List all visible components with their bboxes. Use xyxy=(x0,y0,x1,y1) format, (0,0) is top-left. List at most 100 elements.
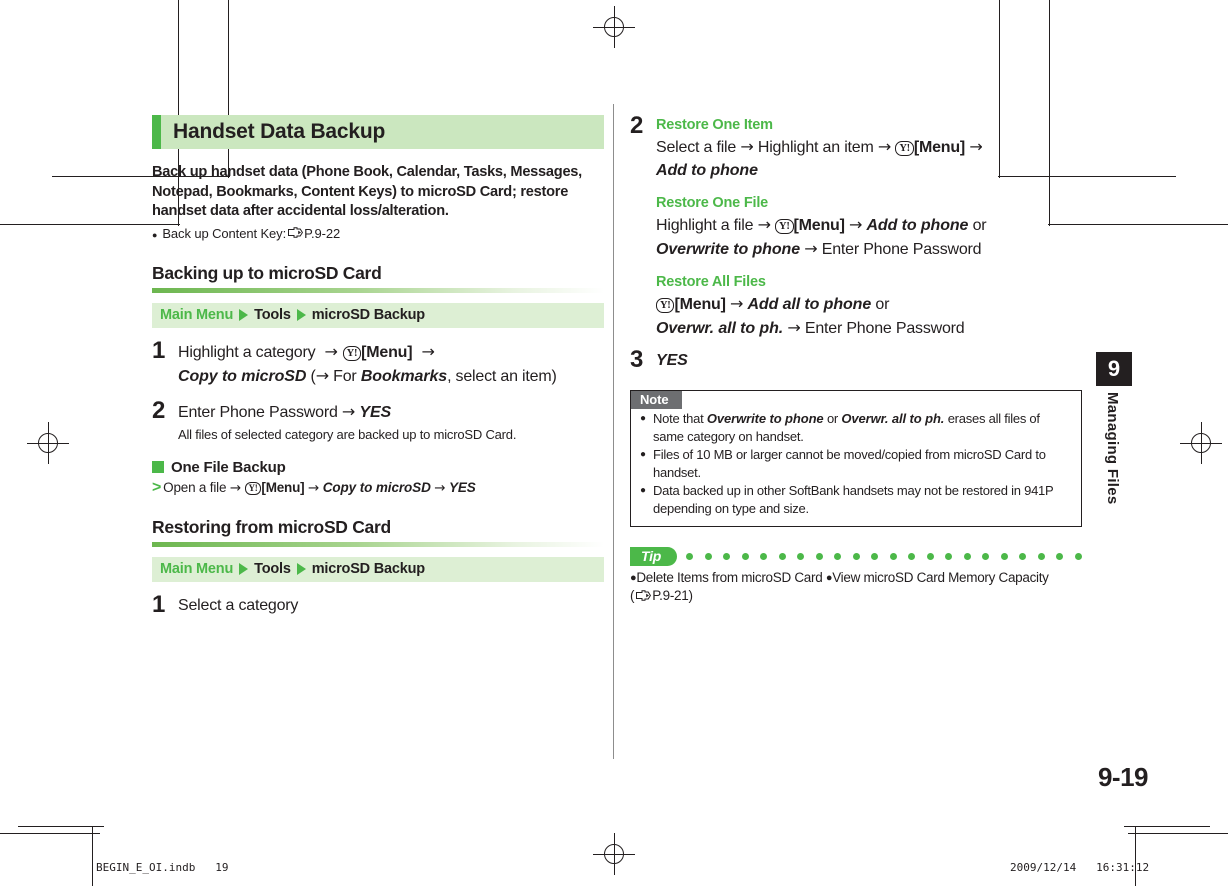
step-text: Select a file xyxy=(656,139,737,156)
arrow-icon: → xyxy=(416,341,435,361)
tip-dot-icon xyxy=(945,553,953,560)
step-restoring-1: 1 Select a category xyxy=(152,590,604,618)
tip-text: ●Delete Items from microSD Card ●View mi… xyxy=(630,569,1082,605)
arrow-icon: → xyxy=(319,341,343,361)
crop-mark-bl-h xyxy=(0,833,100,834)
tip-dot-icon xyxy=(852,553,860,560)
step-command: Overwrite to phone xyxy=(656,241,800,258)
tip-dot-icon xyxy=(908,553,916,560)
breadcrumb-level3[interactable]: microSD Backup xyxy=(312,561,425,577)
breadcrumb-root[interactable]: Main Menu xyxy=(160,561,233,577)
tip-dot-icon xyxy=(797,553,805,560)
step-backing-up-1: 1 Highlight a category → Y! [Menu] → Copy… xyxy=(152,336,604,388)
tip-item-1: Delete Items from microSD Card xyxy=(636,570,823,585)
footer-filename: BEGIN_E_OI.indb 19 xyxy=(96,861,229,874)
note-list: ● Note that Overwrite to phone or Overwr… xyxy=(640,410,1073,517)
yahoo-key-icon[interactable]: Y! xyxy=(775,219,794,234)
step-body: Highlight a category → Y! [Menu] → Copy t… xyxy=(178,340,604,388)
step-text: Enter Phone Password xyxy=(804,320,965,337)
step-command: YES xyxy=(448,479,476,495)
bullet-dot-icon: ● xyxy=(640,413,646,424)
yahoo-key-icon[interactable]: Y! xyxy=(244,481,262,495)
intro-bullet-ref: P.9-22 xyxy=(304,225,341,241)
tip-dot-icon xyxy=(926,553,934,560)
tip-dot-icon xyxy=(686,553,694,560)
label-restore-one-item: Restore One Item xyxy=(656,117,773,133)
tip-dot-icon xyxy=(1037,553,1045,560)
step-number: 1 xyxy=(152,590,166,618)
tip-dot-icon xyxy=(834,553,842,560)
step-number: 2 xyxy=(152,396,166,424)
step-text: For xyxy=(333,367,357,385)
column-divider xyxy=(613,104,614,759)
tip-dot-icon xyxy=(704,553,712,560)
note-item-text: Files of 10 MB or larger cannot be moved… xyxy=(653,447,1046,480)
note-text-part: or xyxy=(826,411,838,426)
step-key-label: [Menu] xyxy=(261,479,305,495)
note-item: ● Data backed up in other SoftBank hands… xyxy=(640,482,1073,517)
step-number: 1 xyxy=(152,336,166,364)
step-command: Overwr. all to ph. xyxy=(656,320,784,337)
yahoo-key-icon[interactable]: Y! xyxy=(895,141,914,156)
step-text: Highlight a category xyxy=(178,343,316,361)
chapter-tab: 9 Managing Files xyxy=(1096,352,1132,505)
step-backing-up-2: 2 Enter Phone Password → YES All files o… xyxy=(152,396,604,444)
step-text: Enter Phone Password xyxy=(821,241,982,258)
breadcrumb-root[interactable]: Main Menu xyxy=(160,307,233,323)
section-rule xyxy=(152,287,604,293)
note-item-text: Data backed up in other SoftBank handset… xyxy=(653,483,1054,516)
step-body: YES xyxy=(656,349,1082,372)
arrow-icon: → xyxy=(341,401,356,421)
step-command: Copy to microSD xyxy=(322,479,431,495)
breadcrumb-level2[interactable]: Tools xyxy=(254,561,291,577)
crop-mark-br-h xyxy=(1128,833,1228,834)
tip-row: Tip xyxy=(630,547,1082,566)
crop-mark-bl-v xyxy=(92,826,93,886)
yahoo-key-icon[interactable]: Y! xyxy=(656,298,675,313)
step-body: Select a category xyxy=(178,594,604,617)
restore-one-item-body: Select a file → Highlight an item → Y! [M… xyxy=(656,135,1082,182)
step-command: Add to phone xyxy=(656,162,758,179)
arrow-icon: → xyxy=(804,239,818,258)
title-accent-bar xyxy=(152,115,161,149)
arrow-icon: → xyxy=(434,479,446,496)
note-badge: Note xyxy=(631,391,682,409)
breadcrumb-level3[interactable]: microSD Backup xyxy=(312,307,425,323)
arrow-icon: → xyxy=(729,294,744,313)
tip-ref-open: ( xyxy=(630,588,635,603)
page-number: 9-19 xyxy=(1097,762,1149,792)
breadcrumb-level2[interactable]: Tools xyxy=(254,307,291,323)
step-restoring-2: 2 Restore One Item Select a file → Highl… xyxy=(630,114,1082,340)
step-command: Bookmarks xyxy=(360,367,448,385)
step-command: YES xyxy=(656,352,688,369)
tip-dot-icon xyxy=(889,553,897,560)
arrow-icon: → xyxy=(969,137,983,156)
tip-dot-icon xyxy=(760,553,768,560)
section-heading-backing-up: Backing up to microSD Card xyxy=(152,262,382,283)
footer-timestamp: 2009/12/14 16:31:12 xyxy=(1010,861,1150,874)
chevron-right-icon: > xyxy=(152,478,162,496)
step-body: Enter Phone Password → YES All files of … xyxy=(178,400,604,444)
step-text: or xyxy=(875,296,890,313)
tip-dot-icon xyxy=(1056,553,1064,560)
tip-ref-close: ) xyxy=(688,588,693,603)
breadcrumb-backing-up[interactable]: Main Menu Tools microSD Backup xyxy=(152,302,604,328)
yahoo-key-icon[interactable]: Y! xyxy=(342,345,362,361)
crop-mark-br-v xyxy=(1135,826,1136,886)
page-title-bar: Handset Data Backup xyxy=(152,115,604,149)
intro-paragraph: Back up handset data (Phone Book, Calend… xyxy=(152,164,582,219)
note-item: ● Note that Overwrite to phone or Overwr… xyxy=(640,410,1073,445)
step-text: Open a file xyxy=(163,479,227,495)
breadcrumb-restoring[interactable]: Main Menu Tools microSD Backup xyxy=(152,556,604,582)
note-command: Overwr. all to ph. xyxy=(841,411,945,426)
step-text: Select a category xyxy=(178,596,299,614)
label-restore-all-files: Restore All Files xyxy=(656,274,766,290)
manual-page: Handset Data Backup Back up handset data… xyxy=(0,0,1228,886)
bullet-dot-icon: ● xyxy=(152,229,158,240)
restore-one-file-body: Highlight a file → Y! [Menu] → Add to pho… xyxy=(656,213,1082,261)
step-text: Enter Phone Password xyxy=(178,403,338,421)
step-text: Highlight a file xyxy=(656,217,754,234)
tip-dot-icon xyxy=(1000,553,1008,560)
tip-dots-decoration xyxy=(686,553,1082,560)
page-title: Handset Data Backup xyxy=(173,120,386,143)
